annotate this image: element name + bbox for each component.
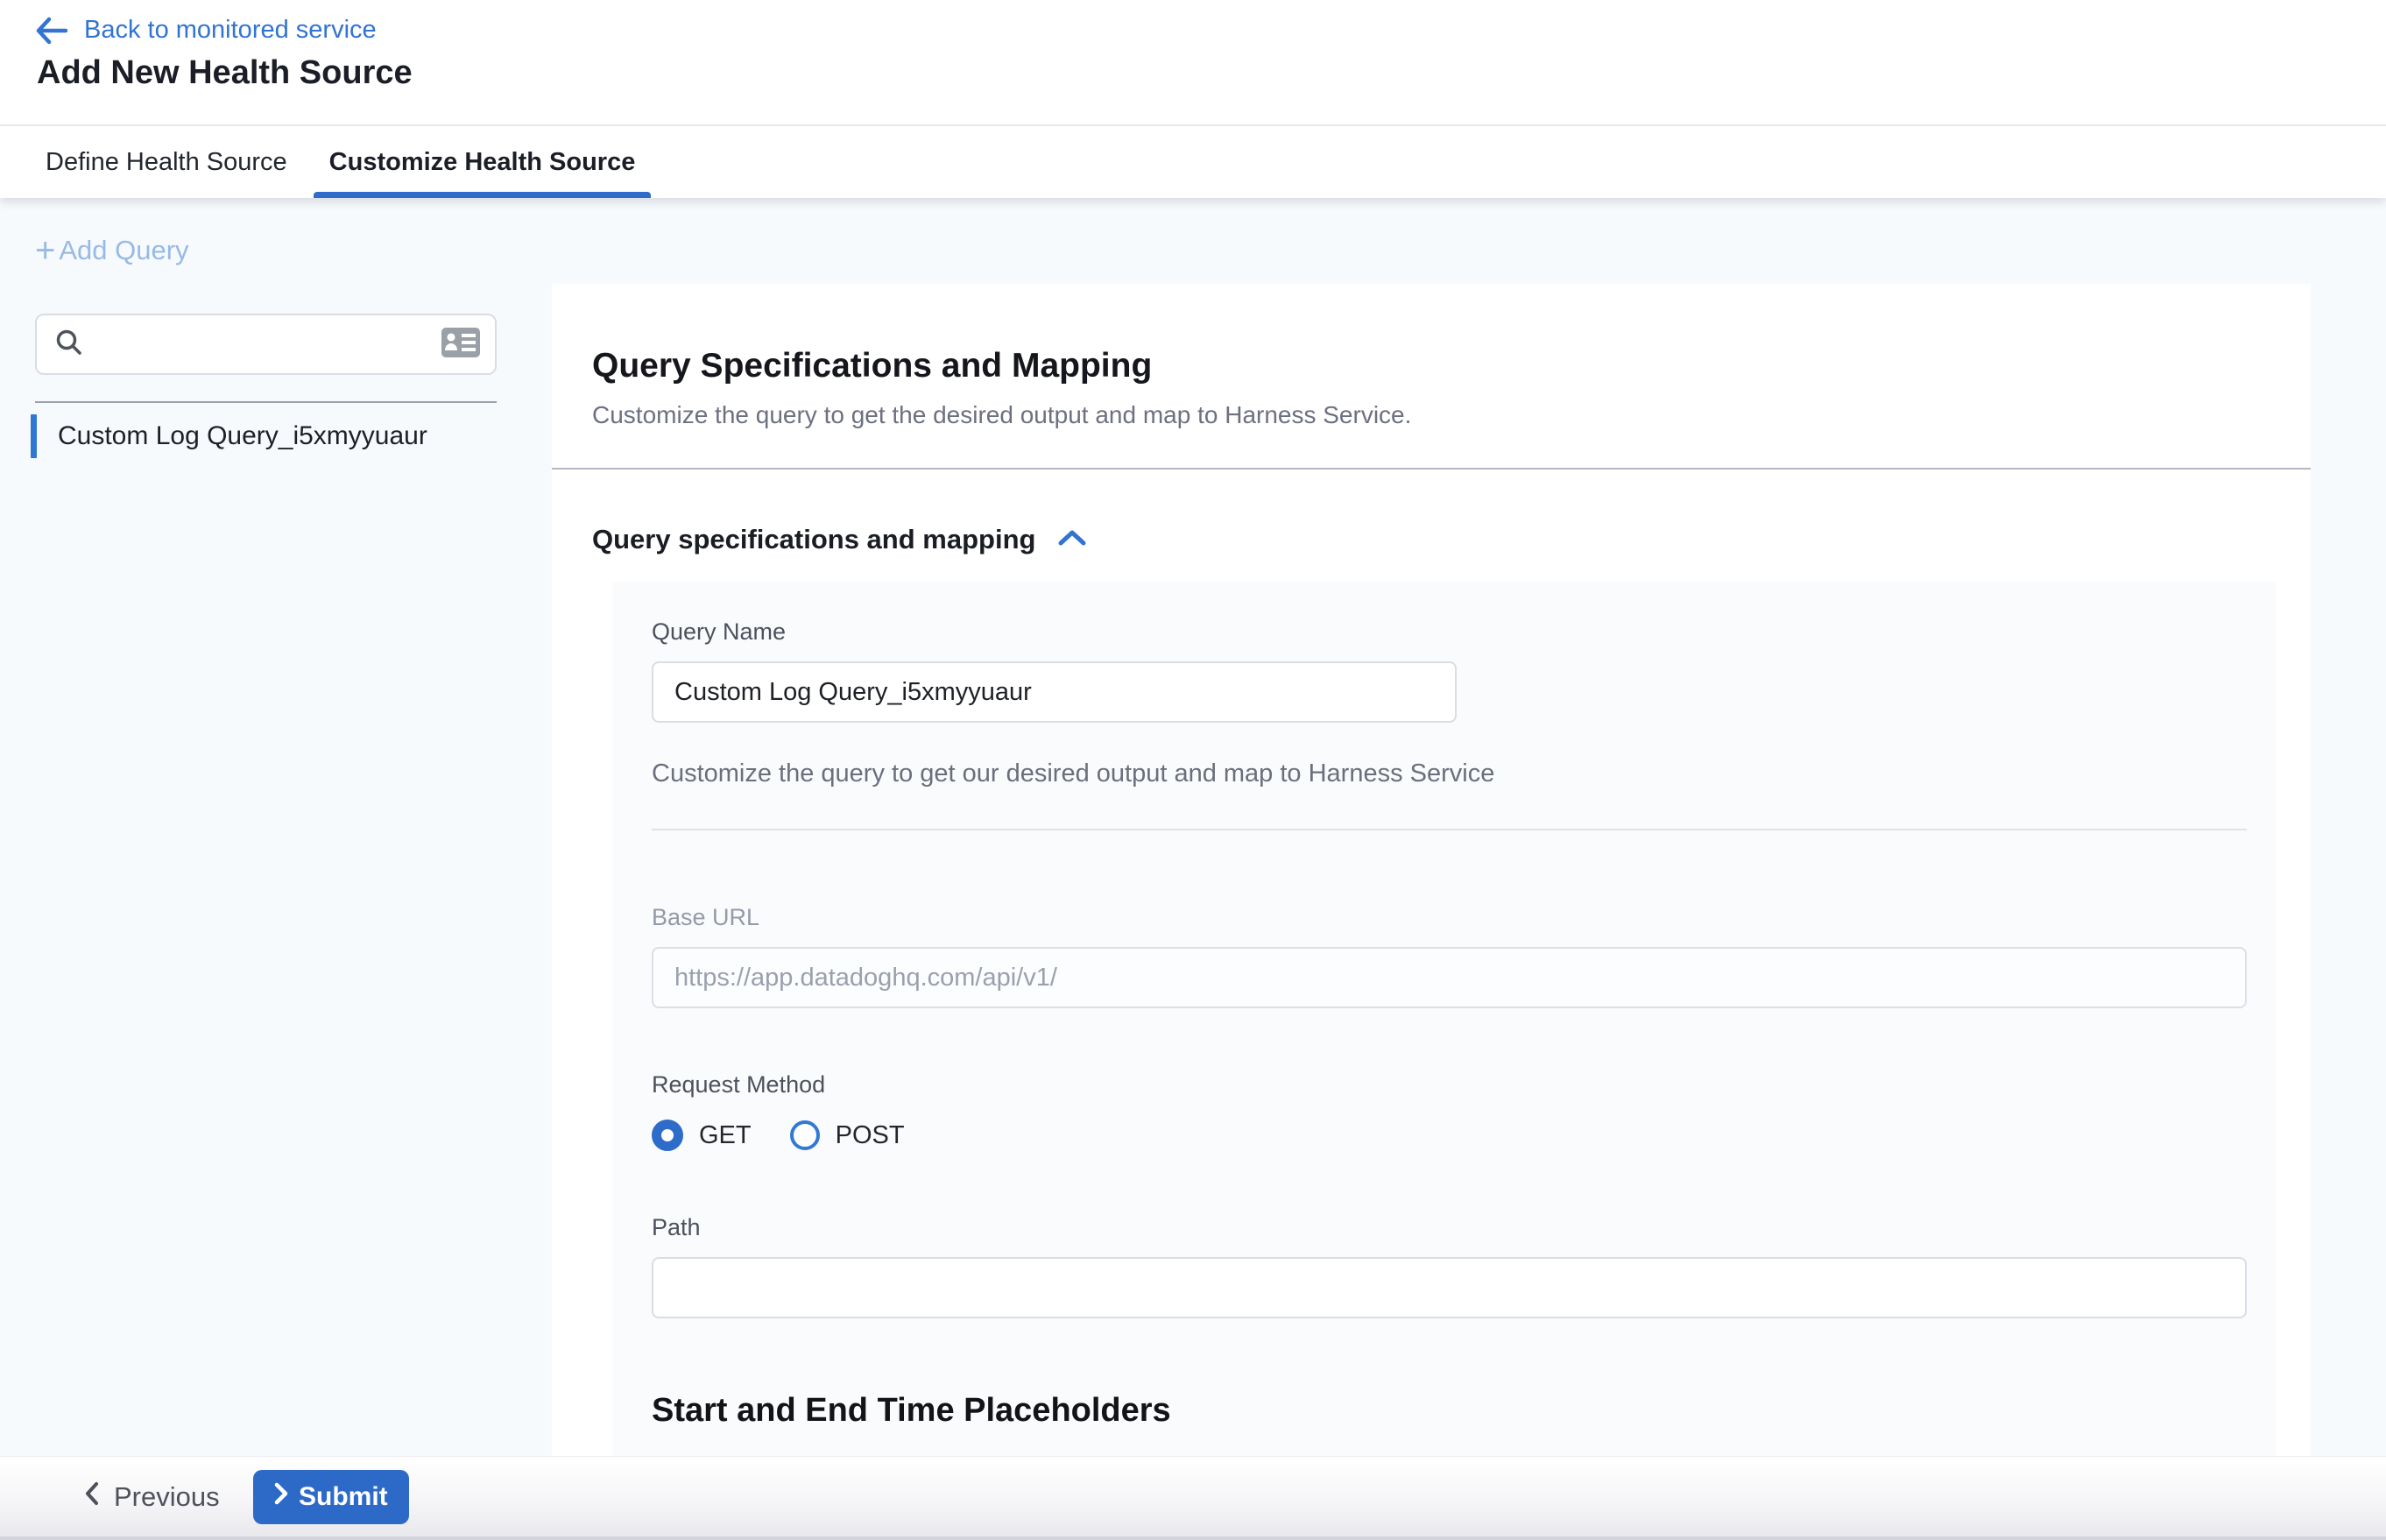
- base-url-label: Base URL: [652, 904, 2247, 931]
- card-header: Query Specifications and Mapping Customi…: [552, 284, 2311, 470]
- collapse-section-button[interactable]: [1058, 529, 1086, 551]
- radio-option-get[interactable]: GET: [652, 1120, 752, 1151]
- back-link-label: Back to monitored service: [84, 16, 377, 45]
- path-input[interactable]: [652, 1257, 2247, 1318]
- query-name-helper: Customize the query to get our desired o…: [652, 759, 2247, 788]
- chevron-right-icon: [274, 1482, 288, 1512]
- radio-selected-icon: [652, 1120, 683, 1151]
- main-card: Query Specifications and Mapping Customi…: [552, 284, 2311, 1540]
- search-icon: [54, 328, 84, 362]
- back-link[interactable]: Back to monitored service: [35, 16, 377, 45]
- add-query-label: Add Query: [59, 235, 188, 266]
- plus-icon: +: [35, 237, 55, 264]
- query-name-label: Query Name: [652, 618, 2247, 646]
- section-title: Query specifications and mapping: [592, 524, 1035, 555]
- page-header: Back to monitored service Add New Health…: [0, 0, 2386, 124]
- selected-indicator-bar: [31, 414, 37, 458]
- main-subtitle: Customize the query to get the desired o…: [592, 401, 2270, 429]
- search-box: [35, 314, 497, 375]
- submit-button[interactable]: Submit: [253, 1470, 409, 1524]
- add-query-button[interactable]: + Add Query: [35, 235, 189, 266]
- id-card-icon[interactable]: [441, 327, 481, 363]
- page: Back to monitored service Add New Health…: [0, 0, 2386, 1540]
- tabbar: Define Health Source Customize Health So…: [0, 124, 2386, 198]
- submit-button-label: Submit: [299, 1482, 388, 1512]
- chevron-left-icon: [84, 1481, 100, 1513]
- radio-get-label: GET: [699, 1121, 752, 1150]
- previous-button-label: Previous: [114, 1481, 220, 1513]
- query-item-label: Custom Log Query_i5xmyyuaur: [58, 421, 427, 451]
- path-label: Path: [652, 1214, 2247, 1241]
- back-arrow-icon: [35, 17, 68, 45]
- tab-define-health-source[interactable]: Define Health Source: [46, 126, 287, 198]
- radio-option-post[interactable]: POST: [790, 1120, 905, 1150]
- footer-bar: Previous Submit: [0, 1456, 2386, 1540]
- chevron-up-icon: [1058, 529, 1086, 551]
- query-name-input[interactable]: [652, 661, 1457, 723]
- previous-button[interactable]: Previous: [79, 1480, 225, 1514]
- request-method-label: Request Method: [652, 1071, 2247, 1098]
- section-header: Query specifications and mapping: [592, 524, 2311, 555]
- radio-post-label: POST: [836, 1121, 905, 1150]
- sidebar-divider: [35, 401, 497, 403]
- page-title: Add New Health Source: [37, 54, 413, 92]
- main-title: Query Specifications and Mapping: [592, 347, 2270, 385]
- search-input[interactable]: [95, 329, 430, 360]
- request-method-radio-group: GET POST: [652, 1120, 2247, 1151]
- radio-unselected-icon: [790, 1120, 820, 1150]
- query-form-panel: Query Name Customize the query to get ou…: [613, 582, 2276, 1540]
- base-url-input: [652, 947, 2247, 1008]
- placeholders-section-title: Start and End Time Placeholders: [652, 1392, 2247, 1430]
- panel-divider: [652, 829, 2247, 830]
- tab-customize-health-source[interactable]: Customize Health Source: [329, 126, 636, 198]
- query-list-item[interactable]: Custom Log Query_i5xmyyuaur: [31, 408, 521, 464]
